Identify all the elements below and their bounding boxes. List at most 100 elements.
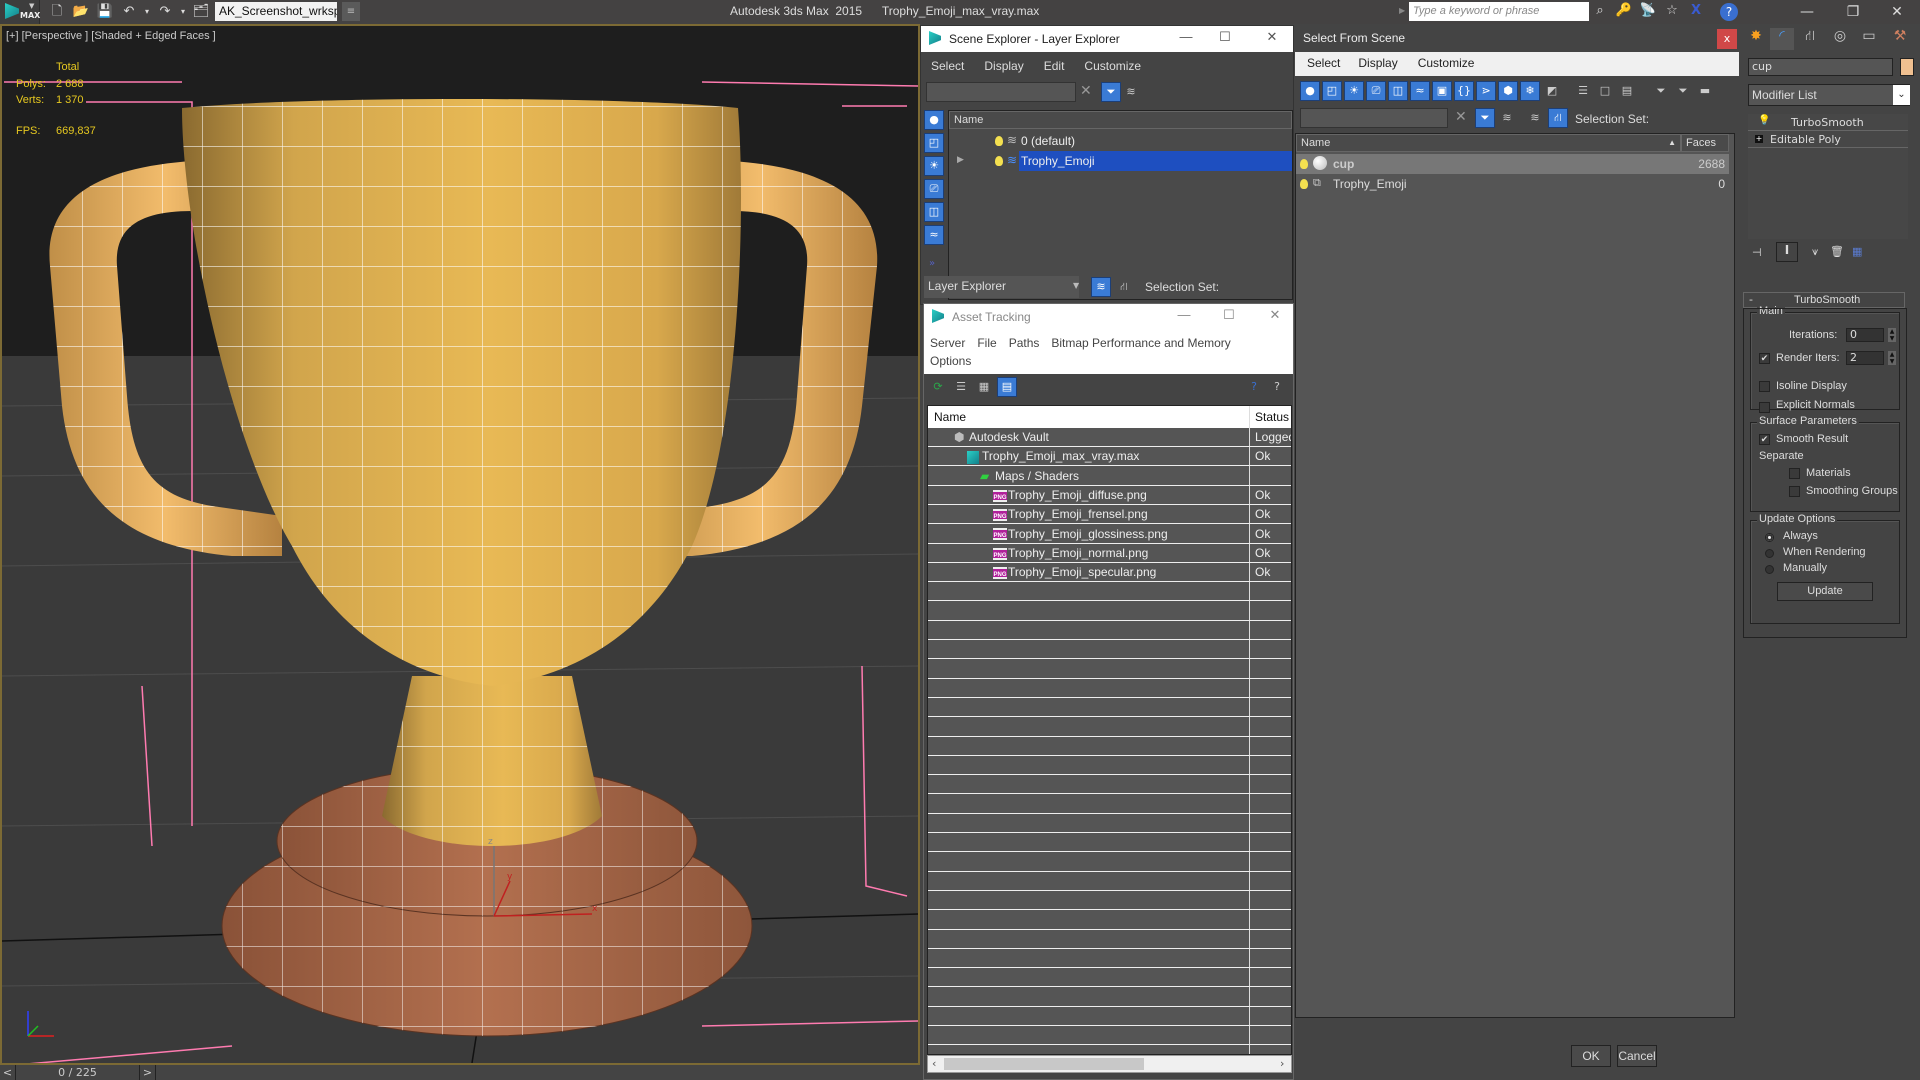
quick-access-customize-icon[interactable]: ≡ <box>342 2 360 21</box>
sort-by-layer-icon[interactable]: ≋ <box>1091 277 1111 297</box>
undo-dropdown-icon[interactable]: ▾ <box>138 3 156 21</box>
help-icon[interactable]: ? <box>1720 3 1738 21</box>
scroll-left-icon[interactable]: ‹ <box>932 1057 936 1070</box>
filter-options-icon[interactable]: ▬ <box>1695 81 1715 101</box>
create-tab-icon[interactable]: ✸ <box>1744 28 1768 50</box>
ok-button[interactable]: OK <box>1571 1045 1611 1067</box>
filter-toggle-icon[interactable]: ⏷ <box>1101 82 1121 102</box>
helpers-filter-icon[interactable]: ◫ <box>924 202 944 222</box>
column-header-name[interactable]: Name ▲ <box>1296 134 1681 152</box>
sfs-search-input[interactable] <box>1300 108 1448 128</box>
pin-stack-icon[interactable]: ⊣ <box>1752 246 1762 259</box>
display-all-icon[interactable]: ☰ <box>1573 81 1593 101</box>
scene-explorer-search-input[interactable] <box>926 82 1076 102</box>
redo-icon[interactable]: ↷ <box>156 3 174 21</box>
close-button[interactable]: ✕ <box>1260 307 1290 323</box>
filter-funnel-icon[interactable]: ⏷ <box>1651 81 1671 101</box>
close-button[interactable]: ✕ <box>1257 29 1287 45</box>
asset-row[interactable]: PNG Trophy_Emoji_glossiness.png Ok <box>928 525 1291 544</box>
menu-server[interactable]: Server <box>924 334 971 356</box>
update-button[interactable]: Update <box>1777 582 1873 601</box>
explorer-mode-dropdown[interactable]: Layer Explorer <box>924 276 1079 298</box>
invert-display-icon[interactable]: ▤ <box>1617 81 1637 101</box>
update-always-radio[interactable] <box>1765 532 1774 542</box>
asset-row[interactable]: Trophy_Emoji_max_vray.max Ok <box>928 447 1291 467</box>
menu-select[interactable]: Select <box>1295 52 1352 76</box>
stack-item-editable-poly[interactable]: + Editable Poly <box>1748 132 1908 148</box>
utilities-tab-icon[interactable]: ⚒ <box>1888 28 1912 50</box>
modifier-bulb-icon[interactable]: 💡 <box>1758 115 1770 126</box>
iterations-input[interactable]: 0 <box>1846 328 1884 342</box>
expand-more-icon[interactable]: » <box>929 258 935 269</box>
asset-row[interactable]: PNG Trophy_Emoji_normal.png Ok <box>928 544 1291 563</box>
scroll-right-icon[interactable]: › <box>1280 1057 1284 1070</box>
isoline-checkbox[interactable] <box>1759 380 1770 392</box>
satellite-icon[interactable]: 📡 <box>1638 3 1658 18</box>
sort-by-layer-icon[interactable]: ≋ <box>1525 108 1545 128</box>
shapes-filter-icon[interactable]: ◰ <box>1322 81 1342 101</box>
asset-row[interactable]: ▰ Maps / Shaders <box>928 467 1291 486</box>
search-input[interactable]: Type a keyword or phrase <box>1409 2 1589 21</box>
table-view-icon[interactable]: ▤ <box>997 377 1017 397</box>
hierarchy-icon[interactable]: ⛙ <box>1548 108 1568 128</box>
frozen-filter-icon[interactable]: ❄ <box>1520 81 1540 101</box>
layer-add-icon[interactable]: ≋ <box>1497 108 1517 128</box>
motion-tab-icon[interactable]: ◎ <box>1828 28 1852 50</box>
project-folder-icon[interactable]: 🗂 <box>192 3 210 21</box>
smooth-result-checkbox[interactable]: ✔ <box>1759 433 1770 445</box>
make-unique-icon[interactable]: ⩛ <box>1812 245 1818 259</box>
lights-filter-icon[interactable]: ☀ <box>1344 81 1364 101</box>
update-when-rendering-radio[interactable] <box>1765 548 1774 558</box>
minimize-button[interactable]: — <box>1784 0 1830 24</box>
layer-row[interactable]: ≋ 0 (default) <box>949 131 1292 151</box>
visibility-bulb-icon[interactable] <box>1300 159 1308 169</box>
column-header-name[interactable]: Name <box>949 111 1292 129</box>
filter-toggle-icon[interactable]: ⏷ <box>1475 108 1495 128</box>
viewport-label[interactable]: [+] [Perspective ] [Shaded + Edged Faces… <box>6 30 216 42</box>
hidden-filter-icon[interactable]: ◩ <box>1542 81 1562 101</box>
render-iters-input[interactable]: 2 <box>1846 351 1884 365</box>
open-folder-icon[interactable]: 📂 <box>72 3 90 21</box>
containers-filter-icon[interactable]: ⬢ <box>1498 81 1518 101</box>
render-iters-checkbox[interactable]: ✔ <box>1759 352 1770 364</box>
geometry-filter-icon[interactable]: ● <box>924 110 944 130</box>
menu-options[interactable]: Options <box>930 354 971 368</box>
clear-search-icon[interactable]: ✕ <box>1455 109 1467 125</box>
minimize-button[interactable]: — <box>1171 29 1201 44</box>
search-expand-icon[interactable]: ▶ <box>1399 6 1405 15</box>
update-manually-radio[interactable] <box>1765 564 1774 574</box>
smoothing-groups-checkbox[interactable] <box>1789 485 1800 497</box>
save-icon[interactable]: 💾 <box>96 3 114 21</box>
close-button[interactable]: x <box>1717 29 1737 49</box>
star-icon[interactable]: ☆ <box>1662 3 1682 18</box>
new-file-icon[interactable]: 🗋 <box>48 3 66 21</box>
menu-paths[interactable]: Paths <box>1003 334 1046 356</box>
maximize-button[interactable]: ☐ <box>1214 307 1244 323</box>
column-header-faces[interactable]: Faces <box>1681 134 1729 152</box>
modify-tab-icon[interactable]: ◜ <box>1770 28 1794 50</box>
app-menu-button[interactable]: MAX ▼ <box>0 0 40 24</box>
chevron-down-icon[interactable]: ⌄ <box>1893 85 1910 105</box>
asset-tracking-titlebar[interactable]: Asset Tracking — ☐ ✕ <box>924 304 1293 330</box>
helpers-filter-icon[interactable]: ◫ <box>1388 81 1408 101</box>
scene-explorer-titlebar[interactable]: Scene Explorer - Layer Explorer — ☐ ✕ <box>921 26 1293 52</box>
column-header-status[interactable]: Status <box>1255 410 1289 424</box>
layer-add-icon[interactable]: ≋ <box>1121 82 1141 102</box>
remove-modifier-icon[interactable]: 🗑 <box>1830 245 1844 258</box>
refresh-icon[interactable]: ⟳ <box>928 377 948 397</box>
menu-customize[interactable]: Customize <box>1074 56 1151 78</box>
groups-filter-icon[interactable]: ▣ <box>1432 81 1452 101</box>
workspace-dropdown[interactable]: AK_Screenshot_wrksp <box>215 2 337 21</box>
render-iters-spinner[interactable]: ▲ ▼ <box>1888 351 1896 365</box>
expand-arrow-icon[interactable]: ▶ <box>957 154 964 165</box>
undo-icon[interactable]: ↶ <box>120 3 138 21</box>
asset-row[interactable]: ⬢ Autodesk Vault Logged <box>928 428 1291 447</box>
sfs-titlebar[interactable]: Select From Scene x <box>1295 25 1739 52</box>
display-tab-icon[interactable]: ▭ <box>1857 28 1881 50</box>
exchange-icon[interactable]: X <box>1686 3 1706 18</box>
layer-row-selected[interactable]: ▶ ≋ Trophy_Emoji <box>949 151 1292 171</box>
binoculars-icon[interactable]: ⌕ <box>1590 3 1610 18</box>
explicit-normals-checkbox[interactable] <box>1759 401 1770 413</box>
visibility-bulb-icon[interactable] <box>995 136 1003 146</box>
asset-row[interactable]: PNG Trophy_Emoji_specular.png Ok <box>928 563 1291 583</box>
